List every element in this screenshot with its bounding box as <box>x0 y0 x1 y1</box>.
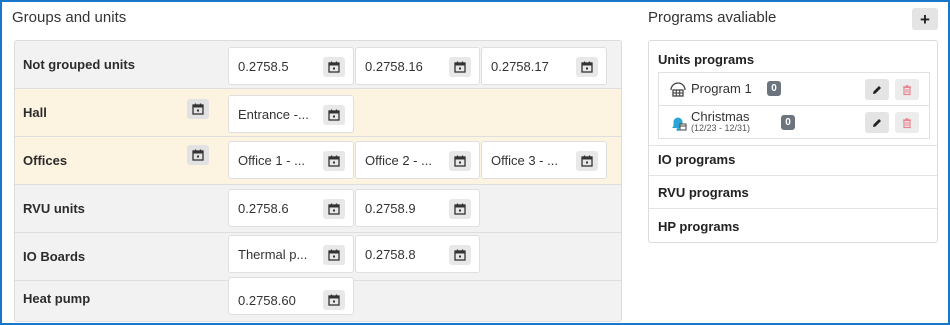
hp-programs-title[interactable]: HP programs <box>658 219 739 234</box>
group-calendar-icon[interactable] <box>187 99 209 119</box>
program-name: Christmas <box>691 109 750 124</box>
rvu-programs-title[interactable]: RVU programs <box>658 185 749 200</box>
unit-label: Thermal p... <box>238 246 308 262</box>
calendar-icon[interactable] <box>449 199 471 219</box>
unit-chip[interactable]: Entrance -... <box>228 95 354 133</box>
io-programs-title[interactable]: IO programs <box>658 152 735 167</box>
edit-program-button[interactable] <box>865 79 889 100</box>
unit-label: Office 3 - ... <box>491 152 558 168</box>
calendar-icon[interactable] <box>449 57 471 77</box>
unit-chip[interactable]: 0.2758.60 <box>228 277 354 315</box>
calendar-icon[interactable] <box>449 151 471 171</box>
group-name: RVU units <box>23 201 85 216</box>
unit-label: Office 1 - ... <box>238 152 305 168</box>
unit-label: 0.2758.8 <box>365 246 416 262</box>
group-name: IO Boards <box>23 249 86 264</box>
calendar-icon[interactable] <box>576 151 598 171</box>
calendar-icon[interactable] <box>323 151 345 171</box>
trash-icon <box>903 117 911 128</box>
unit-label: 0.2758.6 <box>238 200 289 216</box>
pencil-icon <box>873 85 881 94</box>
group-name: Offices <box>23 153 68 168</box>
calendar-icon[interactable] <box>323 290 345 310</box>
unit-chip[interactable]: 0.2758.17 <box>481 47 607 85</box>
program-item[interactable]: Christmas (12/23 - 12/31) 0 <box>658 105 930 139</box>
add-program-button[interactable]: + <box>912 8 938 30</box>
unit-chip[interactable]: 0.2758.16 <box>355 47 480 85</box>
calendar-icon[interactable] <box>323 57 345 77</box>
calendar-icon[interactable] <box>323 105 345 125</box>
building-icon <box>669 80 687 98</box>
section-divider <box>649 175 937 176</box>
pencil-icon <box>873 118 881 127</box>
group-row-io-boards: IO Boards Thermal p... 0.2758.8 <box>15 233 621 281</box>
program-item[interactable]: Program 1 0 <box>658 72 930 106</box>
unit-label: 0.2758.5 <box>238 58 289 74</box>
group-calendar-icon[interactable] <box>187 145 209 165</box>
unit-label: Office 2 - ... <box>365 152 432 168</box>
unit-label: 0.2758.16 <box>365 58 423 74</box>
delete-program-button[interactable] <box>895 79 919 100</box>
edit-program-button[interactable] <box>865 112 889 133</box>
calendar-icon[interactable] <box>449 245 471 265</box>
program-date-range: (12/23 - 12/31) <box>691 123 751 133</box>
unit-chip[interactable]: Thermal p... <box>228 235 354 273</box>
program-count-badge: 0 <box>781 115 795 130</box>
unit-label: Entrance -... <box>238 106 309 122</box>
delete-program-button[interactable] <box>895 112 919 133</box>
group-name: Not grouped units <box>23 57 135 72</box>
groups-table: Not grouped units 0.2758.5 0.2758.16 0.2… <box>14 40 622 322</box>
calendar-icon[interactable] <box>576 57 598 77</box>
programs-panel: Units programs Program 1 0 Christmas (12… <box>648 40 938 243</box>
group-row-rvu-units: RVU units 0.2758.6 0.2758.9 <box>15 185 621 233</box>
trash-icon <box>903 84 911 95</box>
calendar-icon[interactable] <box>323 245 345 265</box>
section-divider <box>649 208 937 209</box>
unit-chip[interactable]: 0.2758.9 <box>355 189 480 227</box>
unit-chip[interactable]: Office 3 - ... <box>481 141 607 179</box>
group-row-heat-pump: Heat pump 0.2758.60 <box>15 277 621 321</box>
programs-title: Programs avaliable <box>648 9 777 26</box>
units-programs-title[interactable]: Units programs <box>658 52 754 67</box>
unit-chip[interactable]: 0.2758.5 <box>228 47 354 85</box>
unit-chip[interactable]: 0.2758.6 <box>228 189 354 227</box>
group-row-offices: Offices Office 1 - ... Office 2 - ... Of… <box>15 137 621 185</box>
unit-label: 0.2758.60 <box>238 292 296 308</box>
group-row-not-grouped: Not grouped units 0.2758.5 0.2758.16 0.2… <box>15 41 621 89</box>
unit-chip[interactable]: Office 2 - ... <box>355 141 480 179</box>
program-count-badge: 0 <box>767 81 781 96</box>
group-name: Hall <box>23 105 47 120</box>
unit-label: 0.2758.17 <box>491 58 549 74</box>
unit-chip[interactable]: 0.2758.8 <box>355 235 480 273</box>
section-divider <box>649 145 937 146</box>
program-name: Program 1 <box>691 81 752 96</box>
bell-calendar-icon <box>669 114 687 132</box>
group-row-hall: Hall Entrance -... <box>15 89 621 137</box>
group-name: Heat pump <box>23 290 91 306</box>
unit-label: 0.2758.9 <box>365 200 416 216</box>
unit-chip[interactable]: Office 1 - ... <box>228 141 354 179</box>
calendar-icon[interactable] <box>323 199 345 219</box>
groups-title: Groups and units <box>12 9 127 26</box>
